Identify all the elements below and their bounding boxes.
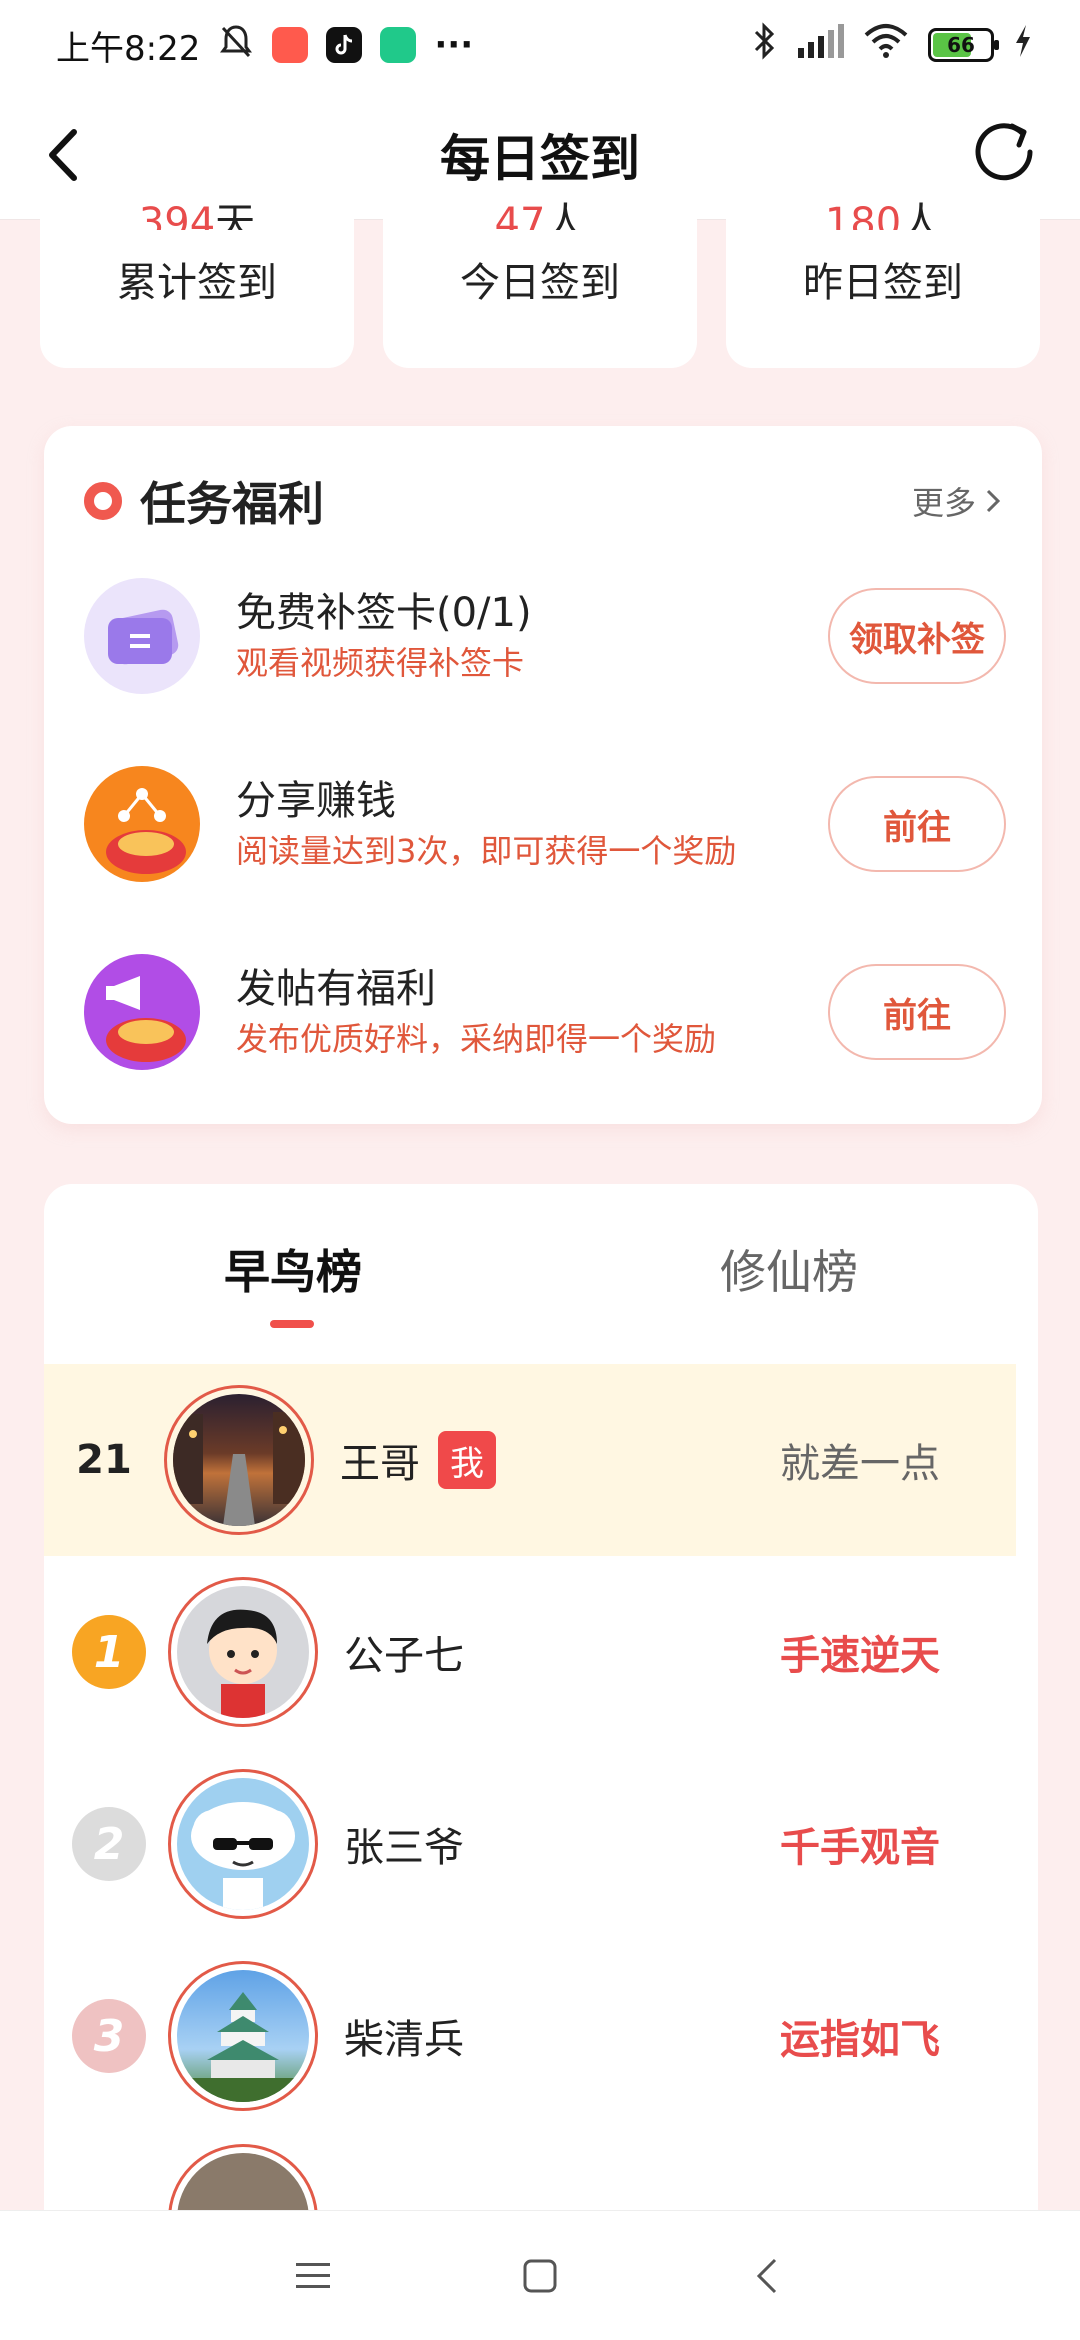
- task-desc: 阅读量达到3次，即可获得一个奖励: [236, 832, 737, 870]
- back-triangle-icon[interactable]: [737, 2246, 797, 2306]
- username: 柴清兵: [344, 2017, 464, 2063]
- charging-icon: [1014, 24, 1032, 66]
- task-section-title: 任务福利: [140, 477, 324, 531]
- go-post-button[interactable]: 前往: [828, 964, 1006, 1060]
- stat-label: 今日签到: [460, 260, 620, 306]
- more-link[interactable]: 更多: [912, 478, 1002, 524]
- my-rank-row[interactable]: 21 王哥 我 就差一点: [44, 1364, 1016, 1556]
- app-notification-icon: [272, 27, 309, 63]
- avatar: [164, 1385, 314, 1535]
- stat-value: 394天: [138, 200, 256, 230]
- more-label: 更多: [911, 484, 976, 522]
- tab-immortal[interactable]: 修仙榜: [720, 1236, 858, 1302]
- ranking-card: 早鸟榜 修仙榜 21 王哥 我 就差一点 1 公子七 手速逆天 2 张三爷 千手…: [44, 1184, 1038, 2244]
- claim-makeup-button[interactable]: 领取补签: [828, 588, 1006, 684]
- battery-indicator: 66: [928, 28, 999, 62]
- gold-medal-icon: 1: [72, 1615, 146, 1689]
- section-dot-icon: [84, 482, 122, 520]
- bronze-medal-icon: 3: [72, 1999, 146, 2073]
- rank-number: 21: [76, 1437, 132, 1483]
- avatar: [168, 1769, 318, 1919]
- system-nav-bar: [0, 2210, 1080, 2340]
- username: 公子七: [344, 1633, 464, 1679]
- active-tab-indicator: [270, 1320, 314, 1328]
- task-desc: 观看视频获得补签卡: [236, 644, 525, 682]
- task-name: 分享赚钱: [236, 778, 396, 824]
- page-title: 每日签到: [440, 129, 640, 188]
- ticket-icon: [84, 578, 200, 694]
- shield-app-icon: [380, 27, 417, 63]
- username: 张三爷: [344, 1825, 464, 1871]
- bluetooth-icon: [752, 21, 778, 70]
- stat-label: 昨日签到: [803, 260, 963, 306]
- stat-card-yesterday: 180人 昨日签到: [726, 190, 1040, 368]
- signal-icon: [798, 23, 844, 67]
- ranking-tabs: 早鸟榜 修仙榜: [44, 1184, 1038, 1334]
- stats-row: 394天 累计签到 47人 今日签到 180人 昨日签到: [40, 190, 1040, 370]
- task-desc: 发布优质好料，采纳即得一个奖励: [236, 1020, 717, 1058]
- status-bar: 上午8:22 ··· 66: [0, 0, 1080, 90]
- wifi-icon: [864, 23, 908, 68]
- home-square-icon[interactable]: [510, 2246, 570, 2306]
- rank-title: 运指如飞: [780, 2017, 940, 2063]
- stat-card-total: 394天 累计签到: [40, 190, 354, 368]
- task-name: 免费补签卡(0/1): [236, 590, 532, 636]
- tiktok-icon: [326, 27, 363, 63]
- more-notifications: ···: [434, 25, 474, 65]
- task-benefits-card: 任务福利 更多 免费补签卡(0/1) 观看视频获得补签卡 领取补签 分享赚钱 阅…: [44, 426, 1042, 1124]
- rank-title: 手速逆天: [780, 1633, 940, 1679]
- go-share-button[interactable]: 前往: [828, 776, 1006, 872]
- menu-icon[interactable]: [283, 2246, 343, 2306]
- chevron-right-icon: [986, 489, 1001, 513]
- me-badge: 我: [438, 1431, 496, 1489]
- task-item-post: 发帖有福利 发布优质好料，采纳即得一个奖励 前往: [84, 952, 1006, 1072]
- rank-row[interactable]: 3 柴清兵 运指如飞: [44, 1940, 1016, 2132]
- megaphone-reward-icon: [84, 954, 200, 1070]
- task-item-makeup-card: 免费补签卡(0/1) 观看视频获得补签卡 领取补签: [84, 576, 1006, 696]
- stat-label: 累计签到: [117, 260, 277, 306]
- stat-card-today: 47人 今日签到: [383, 190, 697, 368]
- rank-row[interactable]: 2 张三爷 千手观音: [44, 1748, 1016, 1940]
- share-reward-icon: [84, 766, 200, 882]
- task-name: 发帖有福利: [236, 966, 436, 1012]
- rank-title: 千手观音: [780, 1825, 940, 1871]
- stat-value: 180人: [824, 200, 942, 230]
- silver-medal-icon: 2: [72, 1807, 146, 1881]
- task-item-share: 分享赚钱 阅读量达到3次，即可获得一个奖励 前往: [84, 764, 1006, 884]
- back-arrow-icon[interactable]: [34, 120, 104, 190]
- status-time: 上午8:22: [56, 28, 201, 69]
- bell-muted-icon: [218, 23, 254, 68]
- stat-value: 47人: [494, 200, 586, 230]
- username: 王哥: [340, 1441, 420, 1487]
- rank-row[interactable]: 1 公子七 手速逆天: [44, 1556, 1016, 1748]
- refresh-icon[interactable]: [964, 112, 1044, 192]
- battery-level: 66: [947, 33, 975, 57]
- avatar: [168, 1577, 318, 1727]
- rank-title: 就差一点: [780, 1441, 940, 1487]
- avatar: [168, 1961, 318, 2111]
- task-header: 任务福利 更多: [84, 466, 1002, 536]
- screen: 上午8:22 ··· 66 每日签到 394天 累计签到 47人 今日签到 18…: [0, 0, 1080, 2340]
- tab-early-bird[interactable]: 早鸟榜: [224, 1236, 362, 1302]
